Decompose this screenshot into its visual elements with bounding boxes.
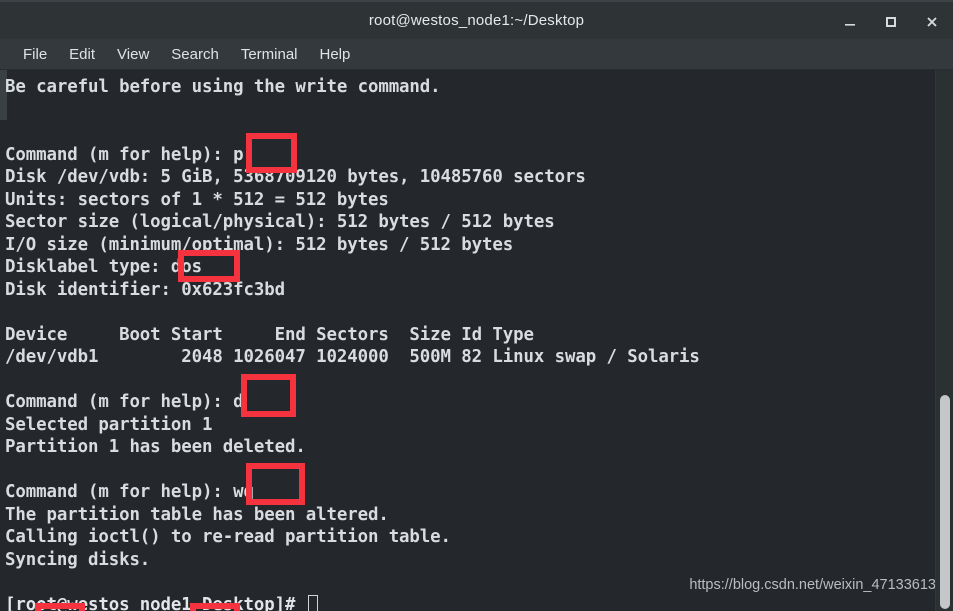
scrollbar[interactable] bbox=[935, 70, 953, 611]
menu-item-edit[interactable]: Edit bbox=[58, 44, 106, 65]
menu-item-terminal[interactable]: Terminal bbox=[230, 44, 309, 65]
terminal-line: Disklabel type: dos bbox=[5, 257, 203, 277]
text-cursor bbox=[307, 594, 318, 611]
partition-table-header: Device Boot Start End Sectors Size Id Ty… bbox=[5, 324, 534, 345]
terminal-line: I/O size (minimum/optimal): 512 bytes / … bbox=[5, 234, 514, 255]
terminal-line: Partition 1 has been deleted. bbox=[5, 437, 306, 457]
terminal-line: Disk identifier: 0x623fc3bd bbox=[5, 279, 285, 300]
scrollbar-thumb[interactable] bbox=[940, 395, 950, 609]
title-bar[interactable]: root@westos_node1:~/Desktop bbox=[0, 0, 953, 39]
menu-item-view[interactable]: View bbox=[106, 44, 160, 65]
terminal-line: Disk /dev/vdb: 5 GiB, 5368709120 bytes, … bbox=[5, 167, 586, 187]
terminal-screen[interactable]: Be careful before using the write comman… bbox=[0, 70, 940, 611]
terminal-line: Command (m for help): wq bbox=[5, 482, 254, 502]
terminal-line: Units: sectors of 1 * 512 = 512 bytes bbox=[5, 189, 389, 210]
terminal-line: Syncing disks. bbox=[5, 549, 151, 570]
terminal-line: Selected partition 1 bbox=[5, 414, 213, 435]
menu-item-search[interactable]: Search bbox=[160, 44, 230, 65]
menu-item-file[interactable]: File bbox=[12, 44, 58, 65]
terminal-line: The partition table has been altered. bbox=[5, 504, 389, 525]
shell-prompt[interactable]: [root@westos_node1 Desktop]# bbox=[5, 594, 940, 611]
menu-item-help[interactable]: Help bbox=[309, 44, 362, 65]
window-controls bbox=[839, 2, 943, 41]
close-icon[interactable] bbox=[921, 11, 943, 33]
partition-table-row: /dev/vdb1 2048 1026047 1024000 500M 82 L… bbox=[5, 347, 700, 367]
terminal-window: root@westos_node1:~/Desktop File Edit Vi… bbox=[0, 0, 953, 611]
terminal-line: Be careful before using the write comman… bbox=[5, 77, 441, 97]
terminal-line: Command (m for help): d bbox=[5, 392, 244, 412]
terminal-body[interactable]: Be careful before using the write comman… bbox=[0, 70, 953, 611]
minimize-icon[interactable] bbox=[839, 11, 861, 33]
terminal-line: Command (m for help): p bbox=[5, 144, 244, 165]
window-title: root@westos_node1:~/Desktop bbox=[368, 12, 585, 29]
terminal-line: Calling ioctl() to re-read partition tab… bbox=[5, 527, 451, 547]
watermark: https://blog.csdn.net/weixin_47133613 bbox=[689, 577, 936, 593]
terminal-line: Sector size (logical/physical): 512 byte… bbox=[5, 212, 555, 232]
menu-bar: File Edit View Search Terminal Help bbox=[0, 39, 953, 70]
maximize-icon[interactable] bbox=[880, 11, 902, 33]
prompt-text: [root@westos_node1 Desktop]# bbox=[5, 594, 306, 611]
